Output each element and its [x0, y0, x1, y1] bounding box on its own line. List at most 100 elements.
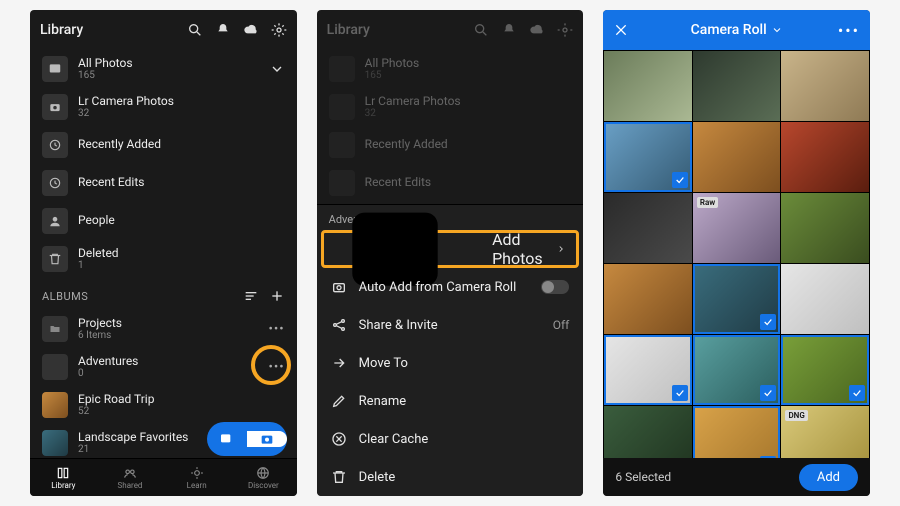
photo-cell[interactable] — [604, 51, 692, 121]
trash-icon — [331, 469, 347, 485]
toggle-off[interactable] — [541, 280, 569, 294]
add-album-icon[interactable] — [269, 288, 285, 304]
clock-icon — [42, 132, 68, 158]
album-projects[interactable]: Projects6 Items ••• — [30, 310, 297, 348]
album-more-icon[interactable]: ••• — [269, 360, 285, 375]
photo-cell[interactable] — [604, 122, 692, 192]
photo-grid: Raw DNG — [603, 50, 870, 458]
topbar: Library — [30, 10, 297, 50]
photo-cell[interactable] — [781, 335, 869, 405]
album-more-icon[interactable]: ••• — [269, 322, 285, 337]
topbar-title: Library — [327, 22, 474, 38]
gear-icon — [557, 22, 573, 38]
chevron-right-icon — [556, 241, 566, 257]
add-image-icon — [334, 176, 480, 322]
add-photos-fab[interactable] — [207, 422, 287, 456]
close-icon[interactable] — [613, 22, 629, 38]
more-icon[interactable]: ••• — [838, 21, 860, 40]
list-item-deleted[interactable]: Deleted1 — [30, 240, 297, 278]
camera-icon[interactable] — [247, 431, 287, 447]
album-thumb — [42, 430, 68, 456]
sort-icon[interactable] — [243, 288, 259, 304]
add-image-icon[interactable] — [207, 431, 247, 447]
photo-cell[interactable] — [693, 335, 781, 405]
selected-check-icon — [760, 456, 776, 458]
folder-icon — [42, 316, 68, 342]
selected-check-icon — [849, 385, 865, 401]
search-icon[interactable] — [187, 22, 203, 38]
phone-camera-roll: Camera Roll ••• Raw DNG 6 Selected Add — [603, 10, 870, 496]
albums-header: ALBUMS — [30, 278, 297, 310]
album-thumb — [42, 392, 68, 418]
clear-icon — [331, 431, 347, 447]
image-icon — [42, 56, 68, 82]
phone-library: Library All Photos165 Lr Camera Photos32… — [30, 10, 297, 496]
context-menu: Adventures Add Photos Auto Add from Came… — [317, 204, 584, 496]
person-icon — [42, 208, 68, 234]
photo-cell[interactable] — [693, 264, 781, 334]
photo-cell[interactable] — [604, 264, 692, 334]
menu-item-move-to[interactable]: Move To — [317, 344, 584, 382]
selected-check-icon — [760, 385, 776, 401]
topbar: Camera Roll ••• — [603, 10, 870, 50]
trash-icon — [42, 246, 68, 272]
album-epic-road-trip[interactable]: Epic Road Trip52 — [30, 386, 297, 424]
photo-cell[interactable] — [781, 264, 869, 334]
list-item-lr-camera[interactable]: Lr Camera Photos32 — [30, 88, 297, 126]
topbar: Library — [317, 10, 584, 50]
topbar-title: Library — [40, 22, 187, 38]
photo-cell[interactable] — [781, 193, 869, 263]
pencil-icon — [331, 393, 347, 409]
add-button[interactable]: Add — [799, 464, 858, 491]
topbar-icons — [187, 22, 287, 38]
photo-cell[interactable] — [604, 406, 692, 458]
selected-check-icon — [672, 385, 688, 401]
list-item-recent-edits[interactable]: Recent Edits — [30, 164, 297, 202]
photo-cell[interactable]: Raw — [693, 193, 781, 263]
album-adventures[interactable]: Adventures0 ••• — [30, 348, 297, 386]
camera-icon — [331, 279, 347, 295]
selected-count: 6 Selected — [615, 470, 799, 484]
library-list: All Photos165 Lr Camera Photos32 Recentl… — [30, 50, 297, 458]
cloud-icon[interactable] — [243, 22, 259, 38]
menu-item-rename[interactable]: Rename — [317, 382, 584, 420]
format-badge: Raw — [697, 197, 718, 208]
album-thumb — [42, 354, 68, 380]
photo-cell[interactable] — [693, 122, 781, 192]
photo-cell[interactable] — [781, 51, 869, 121]
chevron-down-icon — [771, 24, 783, 36]
tab-shared[interactable]: Shared — [97, 459, 164, 496]
lr-camera-icon — [42, 94, 68, 120]
format-badge: DNG — [785, 410, 807, 421]
photo-cell[interactable] — [781, 122, 869, 192]
list-item-recently-added[interactable]: Recently Added — [30, 126, 297, 164]
move-icon — [331, 355, 347, 371]
tabbar: Library Shared Learn Discover — [30, 458, 297, 496]
selected-check-icon — [672, 172, 688, 188]
photo-cell[interactable] — [693, 51, 781, 121]
bell-icon — [501, 22, 517, 38]
menu-item-clear-cache[interactable]: Clear Cache — [317, 420, 584, 458]
camera-roll-dropdown[interactable]: Camera Roll — [691, 22, 783, 38]
photo-cell[interactable]: DNG — [781, 406, 869, 458]
bell-icon[interactable] — [215, 22, 231, 38]
photo-cell[interactable] — [693, 406, 781, 458]
tab-learn[interactable]: Learn — [163, 459, 230, 496]
phone-album-menu: Library All Photos165 Lr Camera Photos32… — [317, 10, 584, 496]
list-item-people[interactable]: People — [30, 202, 297, 240]
tab-library[interactable]: Library — [30, 459, 97, 496]
bottombar: 6 Selected Add — [603, 458, 870, 496]
search-icon — [473, 22, 489, 38]
cloud-icon — [529, 22, 545, 38]
gear-icon[interactable] — [271, 22, 287, 38]
photo-cell[interactable] — [604, 335, 692, 405]
menu-item-delete[interactable]: Delete — [317, 458, 584, 496]
menu-item-add-photos[interactable]: Add Photos — [321, 230, 580, 268]
share-icon — [331, 317, 347, 333]
photo-cell[interactable] — [604, 193, 692, 263]
tab-discover[interactable]: Discover — [230, 459, 297, 496]
chevron-down-icon — [269, 61, 285, 77]
list-item-all-photos[interactable]: All Photos165 — [30, 50, 297, 88]
clock-icon — [42, 170, 68, 196]
selected-check-icon — [760, 314, 776, 330]
